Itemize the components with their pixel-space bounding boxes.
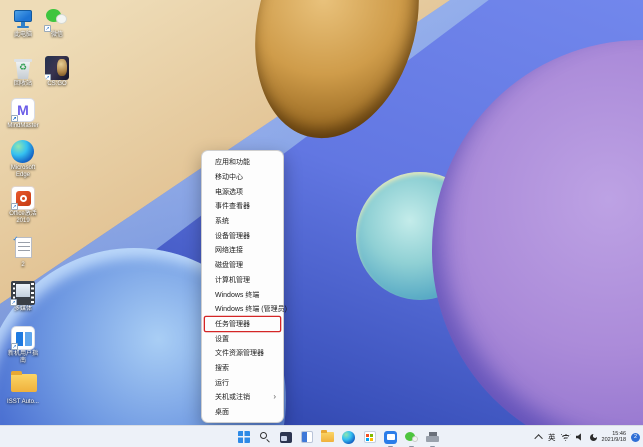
desktop-icon-label: 微信: [40, 32, 74, 39]
guide-book-icon: ↗: [11, 326, 35, 350]
shortcut-arrow-icon: ↗: [45, 74, 51, 80]
menu-item-shutdown-or-signout[interactable]: 关机或注销 ›: [202, 390, 283, 405]
this-pc-icon: [11, 7, 35, 31]
menu-item-network-connections[interactable]: 网络连接: [202, 243, 283, 258]
edge-button[interactable]: [341, 430, 356, 445]
start-button[interactable]: [236, 430, 251, 445]
file-explorer-icon: [321, 432, 334, 442]
system-tray: 英 15:46 2021/9/18 2: [537, 426, 640, 447]
wechat-icon: ↗: [45, 7, 69, 31]
widgets-icon: [301, 431, 313, 443]
menu-item-task-manager[interactable]: 任务管理器: [205, 317, 280, 332]
winx-context-menu: 应用和功能 移动中心 电源选项 事件查看器 系统 设备管理器 网络连接 磁盘管理…: [201, 150, 284, 423]
widgets-button[interactable]: [299, 430, 314, 445]
wechat-button[interactable]: [404, 430, 419, 445]
text-document-icon: ✓: [11, 237, 35, 261]
shortcut-arrow-icon: ↗: [11, 203, 18, 210]
desktop-icon-office-activation[interactable]: ↗ Office激活 2019: [6, 186, 40, 225]
submenu-chevron-icon: ›: [273, 393, 276, 401]
file-explorer-button[interactable]: [320, 430, 335, 445]
desktop-icon-user-guide[interactable]: ↗ 新机用户指南: [6, 326, 40, 365]
desktop-icon-label: 此电脑: [6, 32, 40, 39]
menu-item-power-options[interactable]: 电源选项: [202, 184, 283, 199]
task-view-icon: [280, 432, 292, 443]
menu-item-search[interactable]: 搜索: [202, 361, 283, 376]
menu-item-windows-terminal[interactable]: Windows 终端: [202, 287, 283, 302]
printer-app-icon: [426, 432, 439, 443]
desktop-icon-game[interactable]: ↗ CS:GO: [40, 56, 74, 88]
desktop-icon-label: Microsoft Edge: [6, 165, 40, 179]
menu-item-system[interactable]: 系统: [202, 214, 283, 229]
edge-icon: [11, 140, 35, 164]
desktop: 此电脑 ↗ 微信 ♻ 回收站 ↗ CS:GO M↗ MindMaster Mic…: [0, 0, 643, 447]
desktop-icon-label: ISST Auto...: [6, 399, 40, 406]
menu-item-windows-terminal-admin[interactable]: Windows 终端 (管理员): [202, 302, 283, 317]
desktop-icon-text-document[interactable]: ✓ 2: [6, 236, 40, 269]
menu-item-desktop[interactable]: 桌面: [202, 405, 283, 420]
moon-icon[interactable]: [590, 434, 597, 441]
task-view-button[interactable]: [278, 430, 293, 445]
desktop-icon-this-pc[interactable]: 此电脑: [6, 7, 40, 39]
menu-item-settings[interactable]: 设置: [202, 331, 283, 346]
desktop-icon-label: Office激活 2019: [6, 211, 40, 225]
desktop-icon-edge[interactable]: Microsoft Edge: [6, 139, 40, 179]
tray-date: 2021/9/18: [602, 437, 626, 444]
desktop-icon-label: 新机用户指南: [6, 351, 40, 365]
desktop-icon-folder[interactable]: ISST Auto...: [6, 371, 40, 406]
recycle-bin-icon: ♻: [11, 56, 35, 80]
notification-badge[interactable]: 2: [631, 433, 640, 442]
desktop-icon-label: 多媒体: [6, 306, 40, 313]
search-icon: [259, 431, 271, 443]
printer-app-button[interactable]: [425, 430, 440, 445]
ime-indicator[interactable]: 英: [548, 432, 556, 443]
game-icon: ↗: [45, 56, 69, 80]
desktop-icon-wechat[interactable]: ↗ 微信: [40, 7, 74, 39]
screen-share-app-button[interactable]: [383, 430, 398, 445]
sync-check-overlay: ✓: [13, 235, 19, 243]
shortcut-arrow-icon: ↗: [11, 115, 18, 122]
store-button[interactable]: [362, 430, 377, 445]
shortcut-arrow-icon: ↗: [10, 299, 17, 306]
search-button[interactable]: [257, 430, 272, 445]
desktop-icon-mindmaster[interactable]: M↗ MindMaster: [6, 98, 40, 130]
mindmaster-icon: M↗: [11, 98, 35, 122]
wechat-icon: [405, 431, 418, 444]
desktop-icon-recycle-bin[interactable]: ♻ 回收站: [6, 56, 40, 88]
shortcut-arrow-icon: ↗: [44, 25, 51, 32]
desktop-icon-label: 2: [6, 262, 40, 269]
office-icon: ↗: [11, 186, 35, 210]
desktop-icon-label: 回收站: [6, 81, 40, 88]
screen-share-app-icon: [384, 431, 397, 444]
taskbar: 英 15:46 2021/9/18 2: [0, 425, 643, 447]
desktop-icon-label: MindMaster: [6, 123, 40, 130]
clock[interactable]: 15:46 2021/9/18: [602, 431, 626, 444]
media-icon: ↗: [11, 281, 35, 305]
menu-item-computer-management[interactable]: 计算机管理: [202, 273, 283, 288]
desktop-icon-label: CS:GO: [40, 81, 74, 88]
wifi-icon[interactable]: [561, 433, 571, 441]
hidden-icons-chevron-icon[interactable]: [534, 434, 542, 442]
desktop-icon-media[interactable]: ↗ 多媒体: [6, 281, 40, 313]
menu-item-event-viewer[interactable]: 事件查看器: [202, 199, 283, 214]
taskbar-center-icons: [236, 426, 440, 447]
store-icon: [364, 431, 376, 443]
edge-icon: [342, 431, 355, 444]
menu-item-run[interactable]: 运行: [202, 375, 283, 390]
volume-icon[interactable]: [576, 433, 585, 441]
menu-item-file-explorer[interactable]: 文件资源管理器: [202, 346, 283, 361]
shortcut-arrow-icon: ↗: [11, 343, 18, 350]
folder-icon: [11, 374, 35, 398]
start-icon: [238, 431, 250, 443]
menu-item-device-manager[interactable]: 设备管理器: [202, 228, 283, 243]
menu-item-apps-and-features[interactable]: 应用和功能: [202, 155, 283, 170]
menu-item-mobility-center[interactable]: 移动中心: [202, 170, 283, 185]
menu-item-disk-management[interactable]: 磁盘管理: [202, 258, 283, 273]
